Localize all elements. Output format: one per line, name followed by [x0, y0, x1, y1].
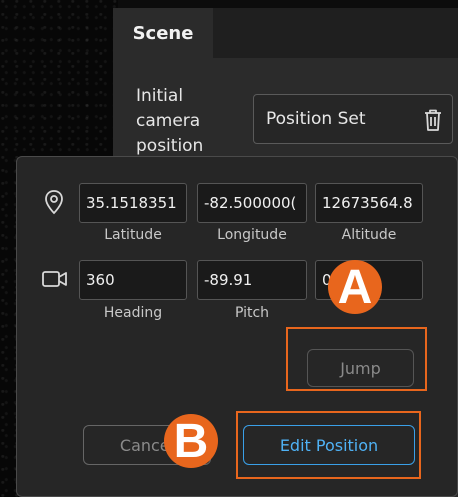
initial-camera-position-label: Initial camera position — [136, 86, 204, 156]
longitude-input[interactable] — [197, 183, 307, 223]
longitude-label: Longitude — [217, 227, 287, 243]
position-value: Position Set — [266, 109, 366, 129]
heading-input[interactable] — [79, 260, 187, 300]
callout-badge-b: B — [164, 414, 218, 468]
pitch-input[interactable] — [197, 260, 307, 300]
altitude-label: Altitude — [341, 227, 397, 243]
tab-scene[interactable]: Scene — [113, 8, 213, 58]
callout-box-b — [236, 411, 421, 479]
callout-badge-a: A — [328, 260, 382, 314]
location-pin-icon — [45, 190, 63, 215]
latitude-label: Latitude — [104, 227, 162, 243]
tab-scene-label: Scene — [132, 22, 194, 44]
initial-camera-position-field[interactable]: Position Set — [253, 94, 453, 144]
altitude-input[interactable] — [315, 183, 423, 223]
heading-label: Heading — [103, 305, 163, 321]
callout-box-a — [286, 327, 427, 391]
pitch-label: Pitch — [234, 305, 270, 321]
tab-bar: Scene — [113, 8, 458, 58]
trash-icon[interactable] — [422, 108, 444, 132]
video-camera-icon — [42, 271, 67, 287]
latitude-input[interactable] — [79, 183, 187, 223]
